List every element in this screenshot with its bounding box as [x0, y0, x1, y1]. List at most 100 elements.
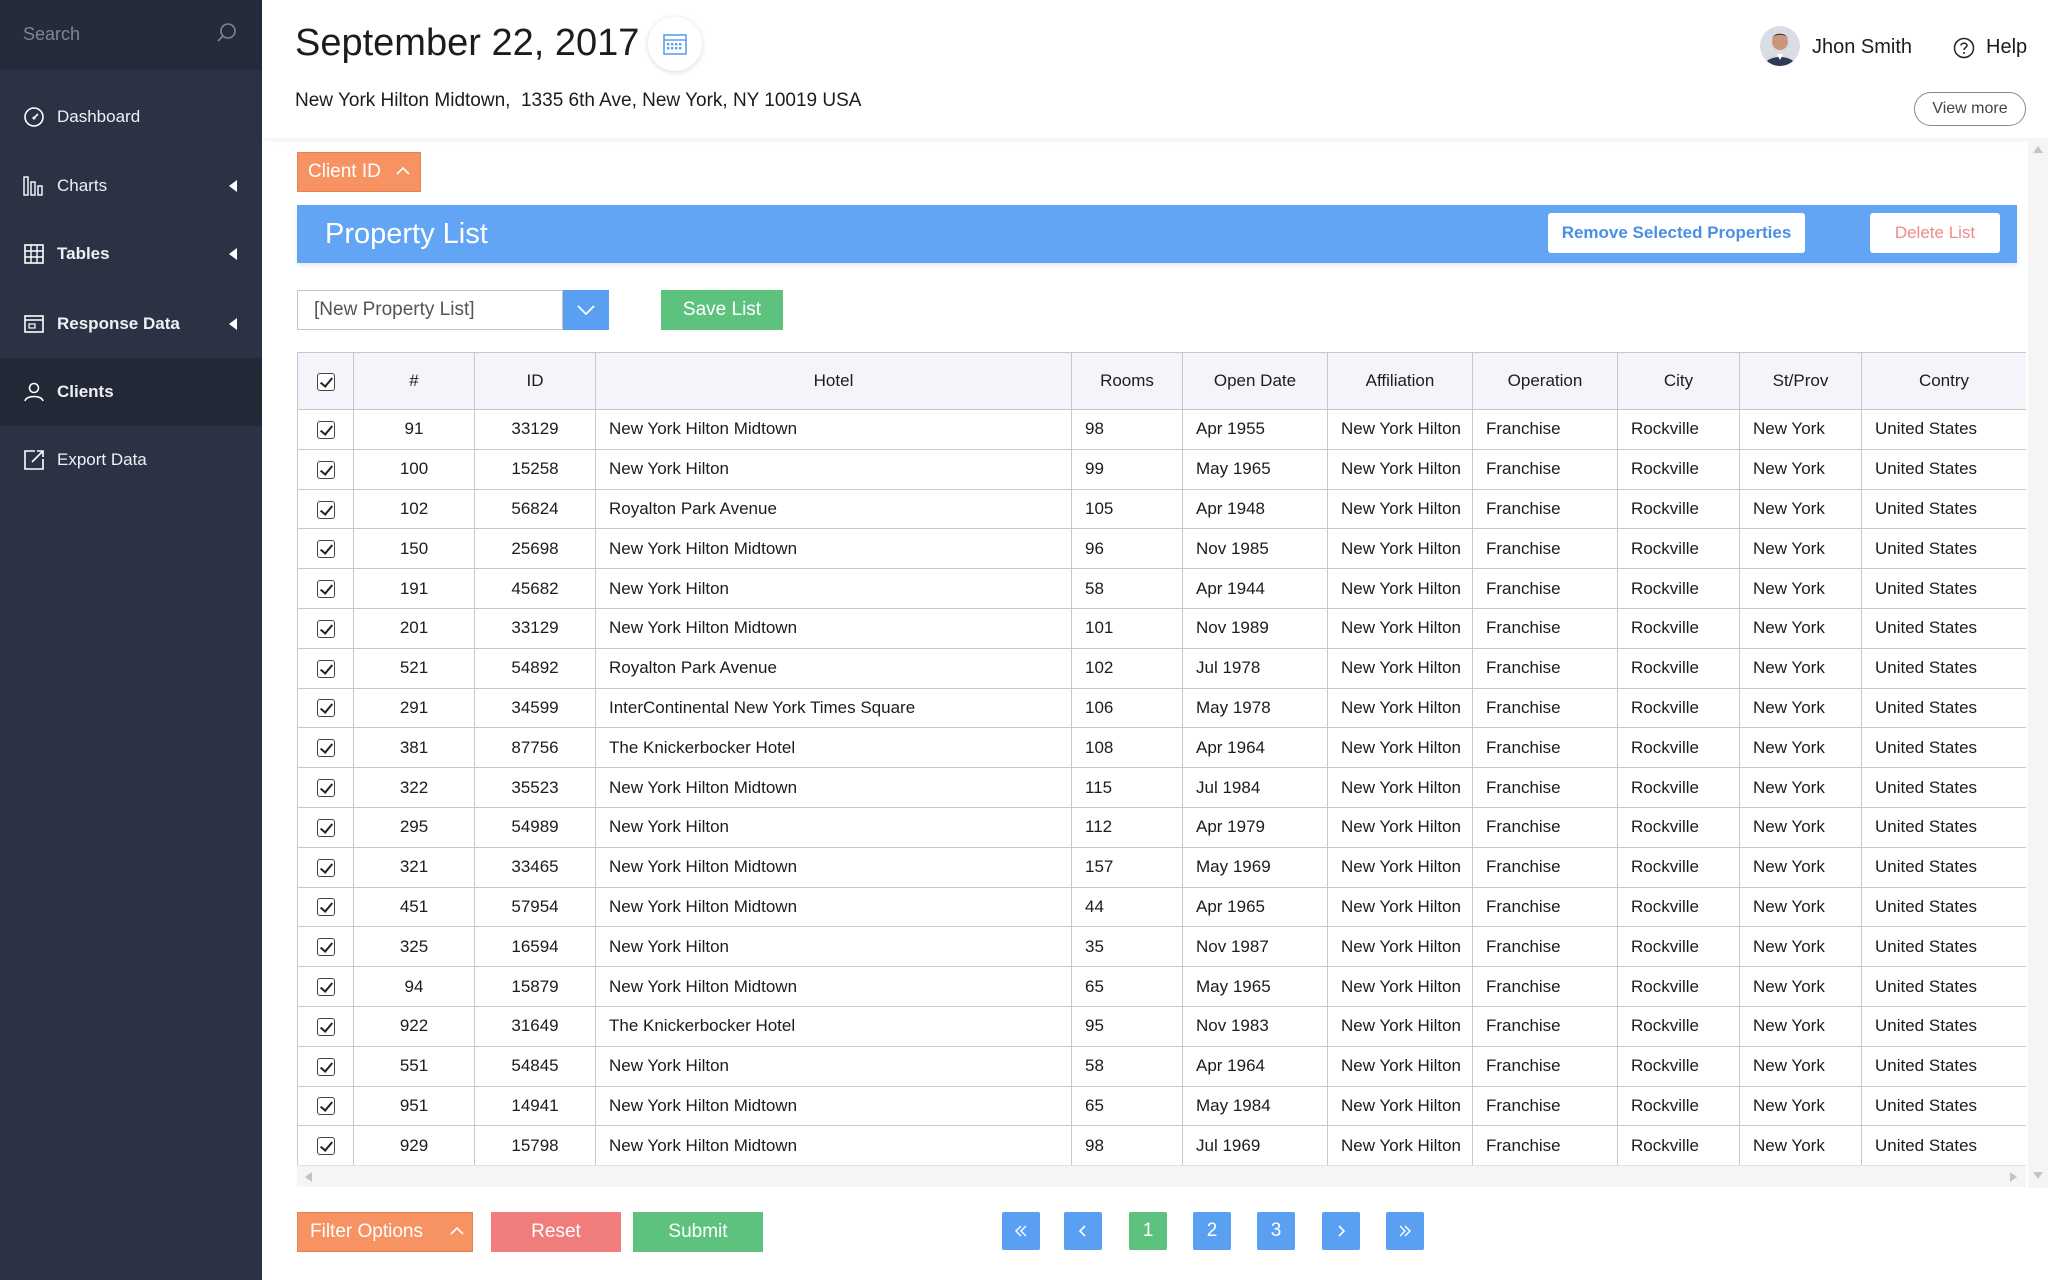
select-all-checkbox-cell[interactable] [297, 352, 354, 410]
row-checkbox[interactable] [316, 739, 335, 758]
submit-button[interactable]: Submit [633, 1212, 763, 1252]
row-checkbox[interactable] [316, 779, 335, 798]
column-header[interactable]: # [353, 352, 475, 410]
table-row[interactable]: 551 54845 New York Hilton 58 Apr 1964 New Yor… [297, 1045, 2026, 1087]
search-input[interactable]: Search [23, 24, 80, 45]
row-checkbox-cell[interactable] [297, 647, 354, 689]
remove-selected-properties-button[interactable]: Remove Selected Properties [1548, 213, 1805, 253]
table-row[interactable]: 951 14941 New York Hilton Midtown 65 May 198… [297, 1085, 2026, 1127]
column-header[interactable]: St/Prov [1739, 352, 1862, 410]
scroll-down-icon[interactable] [2033, 1172, 2043, 1179]
row-checkbox-cell[interactable] [297, 926, 354, 968]
table-row[interactable]: 191 45682 New York Hilton 58 Apr 1944 New Yor… [297, 568, 2026, 609]
row-checkbox[interactable] [316, 1057, 335, 1076]
row-checkbox-cell[interactable] [297, 488, 354, 530]
row-checkbox-cell[interactable] [297, 528, 354, 570]
row-checkbox-cell[interactable] [297, 1085, 354, 1127]
sidebar-item-dashboard[interactable]: Dashboard [0, 83, 262, 151]
table-row[interactable]: 291 34599 InterContinental New York Times … [297, 687, 2026, 729]
sidebar-item-response-data[interactable]: Response Data [0, 290, 262, 358]
vertical-scrollbar[interactable] [2028, 138, 2048, 1188]
previous-page-button[interactable] [1064, 1212, 1102, 1250]
row-checkbox[interactable] [316, 699, 335, 718]
row-checkbox[interactable] [316, 938, 335, 957]
row-checkbox[interactable] [316, 580, 335, 599]
row-checkbox[interactable] [316, 1017, 335, 1036]
help-icon[interactable] [1953, 37, 1975, 59]
table-row[interactable]: 102 56824 Royalton Park Avenue 105 Apr 1948 N… [297, 488, 2026, 530]
last-page-button[interactable] [1386, 1212, 1424, 1250]
next-page-button[interactable] [1322, 1212, 1360, 1250]
reset-button[interactable]: Reset [491, 1212, 621, 1252]
select-all-checkbox[interactable] [316, 372, 335, 391]
filter-options-toggle[interactable]: Filter Options [297, 1212, 473, 1252]
column-header[interactable]: City [1617, 352, 1740, 410]
row-checkbox-cell[interactable] [297, 767, 354, 808]
row-checkbox[interactable] [316, 818, 335, 837]
row-checkbox-cell[interactable] [297, 607, 354, 649]
page-button-1[interactable]: 1 [1129, 1212, 1167, 1250]
row-checkbox-cell[interactable] [297, 1125, 354, 1165]
row-checkbox[interactable] [316, 1097, 335, 1116]
column-header[interactable]: Operation [1472, 352, 1618, 410]
row-checkbox-cell[interactable] [297, 886, 354, 928]
sidebar-item-tables[interactable]: Tables [0, 220, 262, 288]
row-checkbox-cell[interactable] [297, 846, 354, 888]
table-row[interactable]: 100 15258 New York Hilton 99 May 1965 New Yor… [297, 448, 2026, 490]
view-more-button[interactable]: View more [1914, 92, 2026, 126]
row-checkbox[interactable] [316, 898, 335, 917]
avatar[interactable] [1760, 26, 1800, 66]
row-checkbox[interactable] [316, 858, 335, 877]
sidebar-search[interactable]: Search [0, 0, 262, 70]
column-header[interactable]: Affiliation [1327, 352, 1473, 410]
sidebar-item-clients[interactable]: Clients [0, 358, 262, 426]
table-row[interactable]: 94 15879 New York Hilton Midtown 65 May 1965… [297, 966, 2026, 1007]
row-checkbox-cell[interactable] [297, 409, 354, 450]
table-row[interactable]: 521 54892 Royalton Park Avenue 102 Jul 1978 N… [297, 647, 2026, 689]
sidebar-item-export-data[interactable]: Export Data [0, 426, 262, 494]
table-row[interactable]: 929 15798 New York Hilton Midtown 98 Jul 196… [297, 1125, 2026, 1165]
page-button-2[interactable]: 2 [1193, 1212, 1231, 1250]
row-checkbox-cell[interactable] [297, 1045, 354, 1087]
row-checkbox[interactable] [316, 540, 335, 559]
table-row[interactable]: 322 35523 New York Hilton Midtown 115 Jul 19… [297, 767, 2026, 808]
row-checkbox[interactable] [316, 500, 335, 519]
row-checkbox-cell[interactable] [297, 806, 354, 848]
save-list-button[interactable]: Save List [661, 290, 783, 330]
scroll-right-icon[interactable] [2010, 1172, 2017, 1182]
calendar-button[interactable] [648, 17, 702, 71]
row-checkbox[interactable] [316, 460, 335, 479]
page-button-3[interactable]: 3 [1257, 1212, 1295, 1250]
table-row[interactable]: 150 25698 New York Hilton Midtown 96 Nov 198… [297, 528, 2026, 570]
row-checkbox[interactable] [316, 659, 335, 678]
search-icon[interactable] [215, 21, 239, 45]
horizontal-scrollbar[interactable] [297, 1165, 2026, 1187]
first-page-button[interactable] [1002, 1212, 1040, 1250]
user-name[interactable]: Jhon Smith [1812, 36, 1912, 59]
table-row[interactable]: 201 33129 New York Hilton Midtown 101 Nov 19… [297, 607, 2026, 649]
property-list-dropdown-button[interactable] [563, 290, 609, 330]
row-checkbox-cell[interactable] [297, 687, 354, 729]
row-checkbox-cell[interactable] [297, 1005, 354, 1047]
client-id-toggle[interactable]: Client ID [297, 152, 421, 192]
table-row[interactable]: 451 57954 New York Hilton Midtown 44 Apr 196… [297, 886, 2026, 928]
table-row[interactable]: 295 54989 New York Hilton 112 Apr 1979 New Yo… [297, 806, 2026, 848]
row-checkbox-cell[interactable] [297, 448, 354, 490]
row-checkbox[interactable] [316, 978, 335, 997]
column-header[interactable]: ID [474, 352, 596, 410]
row-checkbox[interactable] [316, 619, 335, 638]
column-header[interactable]: Contry [1861, 352, 2026, 410]
table-row[interactable]: 91 33129 New York Hilton Midtown 98 Apr 1955… [297, 409, 2026, 450]
property-list-select[interactable]: [New Property List] [297, 290, 563, 330]
scroll-left-icon[interactable] [305, 1172, 312, 1182]
table-row[interactable]: 321 33465 New York Hilton Midtown 157 May 19… [297, 846, 2026, 888]
row-checkbox-cell[interactable] [297, 568, 354, 609]
table-row[interactable]: 922 31649 The Knickerbocker Hotel 95 Nov 198… [297, 1005, 2026, 1047]
column-header[interactable]: Hotel [595, 352, 1072, 410]
scroll-up-icon[interactable] [2033, 146, 2043, 153]
table-row[interactable]: 325 16594 New York Hilton 35 Nov 1987 New Yor… [297, 926, 2026, 968]
row-checkbox[interactable] [316, 1137, 335, 1156]
help-link[interactable]: Help [1986, 36, 2027, 59]
row-checkbox-cell[interactable] [297, 966, 354, 1007]
row-checkbox[interactable] [316, 420, 335, 439]
